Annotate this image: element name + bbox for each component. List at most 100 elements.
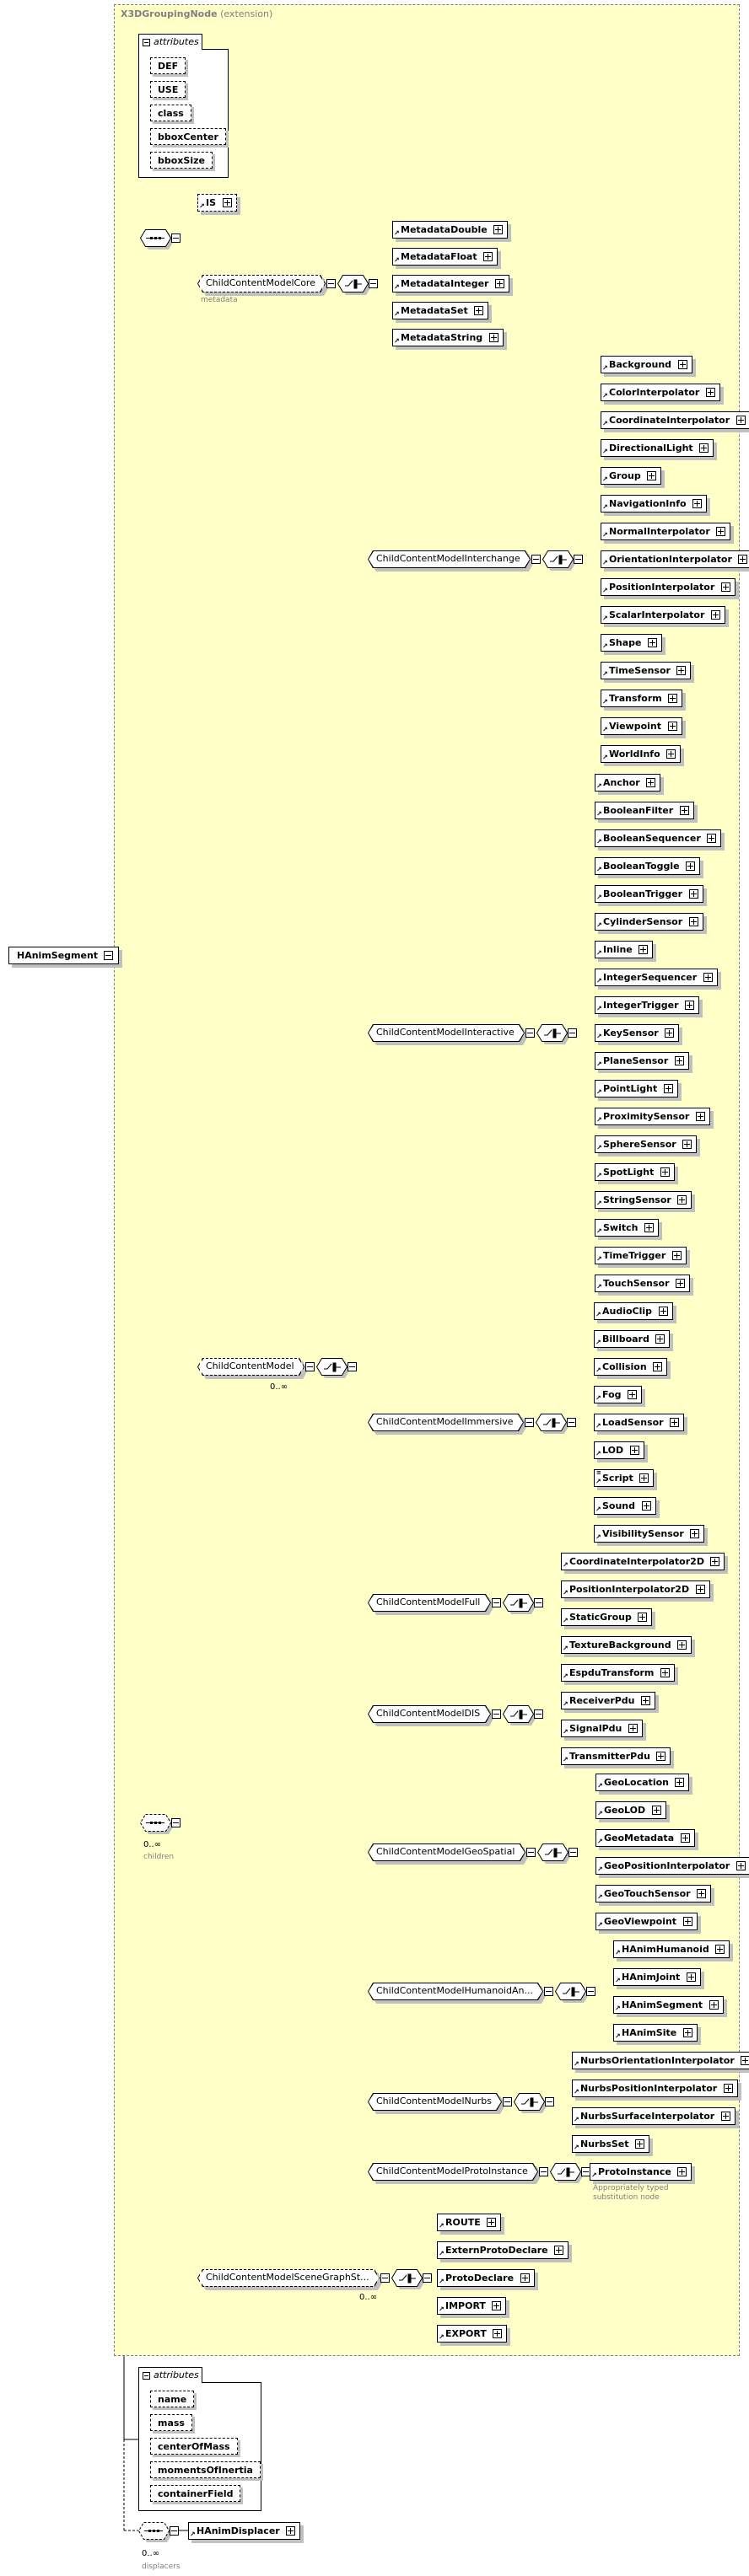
expand-icon[interactable] xyxy=(672,1251,682,1260)
collapse-icon[interactable] xyxy=(525,1418,534,1427)
attribute-use[interactable]: USE xyxy=(150,81,186,98)
element-script[interactable]: ↗ ≡ Script xyxy=(594,1469,654,1487)
expand-icon[interactable] xyxy=(652,1806,661,1815)
expand-icon[interactable] xyxy=(638,1613,647,1622)
element-plane-sensor[interactable]: ↗ PlaneSensor xyxy=(595,1052,689,1070)
collapse-icon[interactable] xyxy=(574,555,583,564)
expand-icon[interactable] xyxy=(675,1056,684,1065)
element-hanim-joint[interactable]: ↗ HAnimJoint xyxy=(613,1968,701,1986)
element-time-sensor[interactable]: ↗ TimeSensor xyxy=(601,662,691,679)
element-extern-proto-declare[interactable]: ↗ ExternProtoDeclare xyxy=(437,2241,568,2259)
element-sphere-sensor[interactable]: ↗ SphereSensor xyxy=(595,1135,697,1153)
expand-icon[interactable] xyxy=(686,861,695,871)
element-geo-viewpoint[interactable]: ↗ GeoViewpoint xyxy=(595,1913,698,1930)
collapse-icon[interactable] xyxy=(544,1987,553,1996)
own-attributes-tab[interactable]: attributes xyxy=(138,2367,202,2383)
collapse-icon[interactable] xyxy=(534,1709,543,1719)
element-switch[interactable]: ↗ Switch xyxy=(595,1219,659,1237)
element-hanim-site[interactable]: ↗ HAnimSite xyxy=(613,2024,698,2042)
element-hanim-segment[interactable]: ↗ HAnimSegment xyxy=(613,1996,724,2014)
element-metadata-float[interactable]: ↗ MetadataFloat xyxy=(392,248,498,266)
expand-icon[interactable] xyxy=(682,1140,692,1149)
sequence-compositor-icon[interactable] xyxy=(140,1814,175,1836)
collapse-icon[interactable] xyxy=(305,1362,315,1371)
element-integer-trigger[interactable]: ↗ IntegerTrigger xyxy=(595,996,699,1014)
element-nurbs-set[interactable]: ↗ NurbsSet xyxy=(572,2135,649,2153)
element-inline[interactable]: ↗ Inline xyxy=(595,941,653,958)
group-child-content-model-immersive[interactable]: ChildContentModelImmersive xyxy=(368,1414,529,1435)
element-anchor[interactable]: ↗ Anchor xyxy=(595,774,660,792)
element-route[interactable]: ↗ ROUTE xyxy=(437,2214,501,2231)
element-shape[interactable]: ↗ Shape xyxy=(601,634,662,652)
expand-icon[interactable] xyxy=(697,1889,706,1898)
element-hanim-displacer[interactable]: ↗ HAnimDisplacer xyxy=(188,2522,300,2540)
expand-icon[interactable] xyxy=(696,1585,705,1594)
choice-compositor-icon[interactable] xyxy=(503,1705,538,1727)
group-child-content-model-humanoid-an[interactable]: ChildContentModelHumanoidAn... xyxy=(368,1983,548,2004)
group-child-content-model-nurbs[interactable]: ChildContentModelNurbs xyxy=(368,2093,507,2114)
element-metadata-double[interactable]: ↗ MetadataDouble xyxy=(392,221,508,239)
element-proto-declare[interactable]: ↗ ProtoDeclare xyxy=(437,2269,535,2287)
collapse-icon[interactable] xyxy=(143,2371,150,2380)
collapse-icon[interactable] xyxy=(531,555,541,564)
element-group[interactable]: ↗ Group xyxy=(601,467,661,485)
element-metadata-string[interactable]: ↗ MetadataString xyxy=(392,329,504,346)
expand-icon[interactable] xyxy=(668,722,677,731)
attribute-bbox-center[interactable]: bboxCenter xyxy=(150,128,226,145)
expand-icon[interactable] xyxy=(683,2028,692,2037)
expand-icon[interactable] xyxy=(715,1945,725,1954)
collapse-icon[interactable] xyxy=(369,279,378,288)
attribute-bbox-size[interactable]: bboxSize xyxy=(150,152,213,169)
expand-icon[interactable] xyxy=(689,889,698,899)
element-visibility-sensor[interactable]: ↗ VisibilitySensor xyxy=(594,1525,704,1543)
expand-icon[interactable] xyxy=(721,2112,730,2121)
element-audio-clip[interactable]: ↗ AudioClip xyxy=(594,1302,673,1320)
element-boolean-filter[interactable]: ↗ BooleanFilter xyxy=(595,802,694,819)
element-boolean-trigger[interactable]: ↗ BooleanTrigger xyxy=(595,885,703,903)
expand-icon[interactable] xyxy=(474,306,483,315)
expand-icon[interactable] xyxy=(736,1861,746,1870)
element-normal-interpolator[interactable]: ↗ NormalInterpolator xyxy=(601,523,730,540)
collapse-icon[interactable] xyxy=(171,1818,181,1827)
choice-compositor-icon[interactable] xyxy=(542,550,578,572)
collapse-icon[interactable] xyxy=(534,1598,543,1607)
collapse-icon[interactable] xyxy=(503,2097,512,2106)
expand-icon[interactable] xyxy=(741,2056,749,2065)
collapse-icon[interactable] xyxy=(423,2273,432,2283)
element-texture-background[interactable]: ↗ TextureBackground xyxy=(561,1636,692,1654)
expand-icon[interactable] xyxy=(286,2526,295,2536)
element-geo-metadata[interactable]: ↗ GeoMetadata xyxy=(595,1829,695,1847)
element-point-light[interactable]: ↗ PointLight xyxy=(595,1080,678,1097)
expand-icon[interactable] xyxy=(721,582,730,592)
element-lod[interactable]: ↗ LOD xyxy=(594,1441,644,1459)
expand-icon[interactable] xyxy=(696,1112,705,1121)
element-geo-location[interactable]: ↗ GeoLocation xyxy=(595,1774,689,1791)
collapse-icon[interactable] xyxy=(568,1848,578,1857)
element-transform[interactable]: ↗ Transform xyxy=(601,690,682,707)
expand-icon[interactable] xyxy=(676,666,686,675)
choice-compositor-icon[interactable] xyxy=(550,2163,585,2185)
expand-icon[interactable] xyxy=(703,973,713,982)
expand-icon[interactable] xyxy=(716,527,725,536)
element-load-sensor[interactable]: ↗ LoadSensor xyxy=(594,1414,684,1431)
element-time-trigger[interactable]: ↗ TimeTrigger xyxy=(595,1247,687,1264)
element-boolean-toggle[interactable]: ↗ BooleanToggle xyxy=(595,857,700,875)
expand-icon[interactable] xyxy=(639,945,648,954)
choice-compositor-icon[interactable] xyxy=(391,2269,427,2291)
attribute-name[interactable]: name xyxy=(150,2391,195,2407)
expand-icon[interactable] xyxy=(707,834,716,843)
element-touch-sensor[interactable]: ↗ TouchSensor xyxy=(595,1275,690,1292)
element-nurbs-surface-interpolator[interactable]: ↗ NurbsSurfaceInterpolator xyxy=(572,2107,736,2125)
expand-icon[interactable] xyxy=(680,806,689,815)
element-spot-light[interactable]: ↗ SpotLight xyxy=(595,1163,675,1181)
attribute-class[interactable]: class xyxy=(150,105,191,121)
element-espdu-transform[interactable]: ↗ EspduTransform xyxy=(561,1664,675,1682)
group-child-content-model-full[interactable]: ChildContentModelFull xyxy=(368,1594,496,1615)
expand-icon[interactable] xyxy=(699,443,709,453)
element-coordinate-interpolator[interactable]: ↗ CoordinateInterpolator xyxy=(601,411,749,429)
attribute-def[interactable]: DEF xyxy=(150,57,186,74)
attribute-mass[interactable]: mass xyxy=(150,2414,192,2431)
collapse-icon[interactable] xyxy=(567,1418,576,1427)
expand-icon[interactable] xyxy=(659,1307,668,1316)
element-is[interactable]: ↗ IS xyxy=(197,194,237,212)
